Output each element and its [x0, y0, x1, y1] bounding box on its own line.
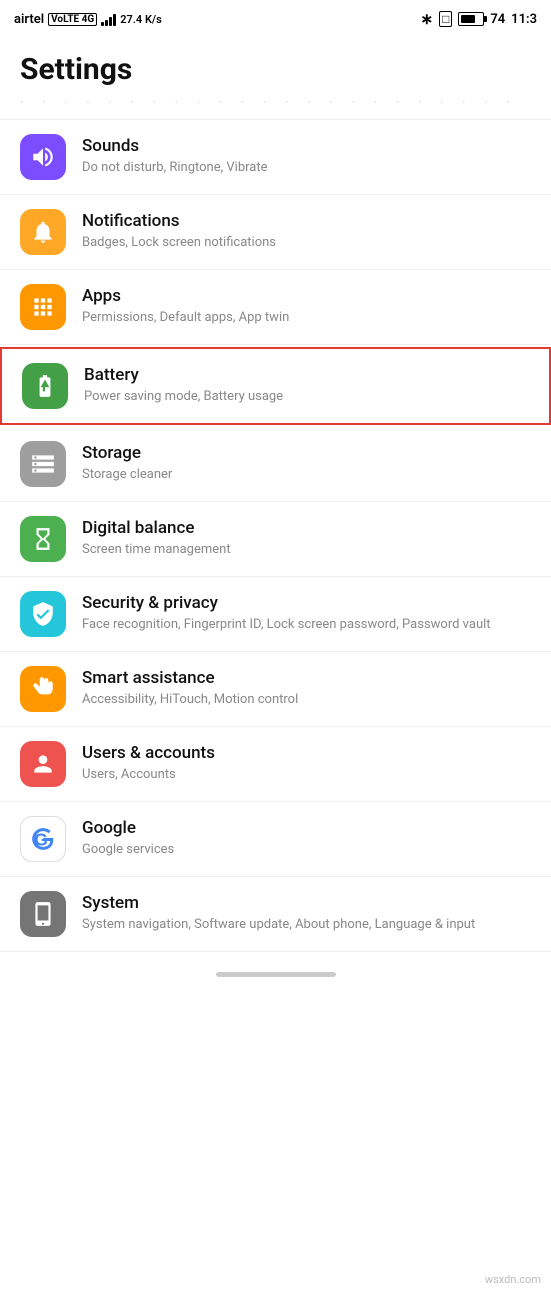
carrier-text: airtel — [14, 12, 44, 27]
settings-item-google[interactable]: G Google Google services — [0, 802, 551, 877]
bluetooth-icon: ∗ — [420, 10, 433, 28]
smart-assistance-icon-wrapper — [20, 666, 66, 712]
watermark: wsxdn.com — [485, 1273, 541, 1286]
nfc-icon: □ — [439, 11, 452, 27]
digital-balance-title: Digital balance — [82, 518, 531, 538]
system-subtitle: System navigation, Software update, Abou… — [82, 916, 531, 934]
settings-item-smart-assistance[interactable]: Smart assistance Accessibility, HiTouch,… — [0, 652, 551, 727]
battery-fill — [461, 15, 475, 23]
status-right: ∗ □ 74 11:3 — [420, 10, 537, 28]
sounds-text: Sounds Do not disturb, Ringtone, Vibrate — [82, 136, 531, 177]
top-fade-hint: · · · · · · · · · · · · · · · · · · · · … — [0, 95, 551, 120]
users-subtitle: Users, Accounts — [82, 766, 531, 784]
google-subtitle: Google services — [82, 841, 531, 859]
svg-text:G: G — [34, 830, 47, 850]
storage-subtitle: Storage cleaner — [82, 466, 531, 484]
sounds-icon — [30, 144, 56, 170]
notifications-title: Notifications — [82, 211, 531, 231]
security-subtitle: Face recognition, Fingerprint ID, Lock s… — [82, 616, 531, 634]
time-text: 11:3 — [511, 12, 537, 27]
battery-icon — [458, 12, 484, 26]
person-icon — [30, 751, 56, 777]
settings-item-security[interactable]: Security & privacy Face recognition, Fin… — [0, 577, 551, 652]
page-title: Settings — [0, 36, 551, 95]
google-icon: G — [30, 826, 56, 852]
battery-settings-icon — [32, 373, 58, 399]
google-icon-wrapper: G — [20, 816, 66, 862]
settings-item-apps[interactable]: Apps Permissions, Default apps, App twin — [0, 270, 551, 345]
system-text: System System navigation, Software updat… — [82, 893, 531, 934]
settings-item-battery[interactable]: Battery Power saving mode, Battery usage — [0, 347, 551, 425]
sounds-title: Sounds — [82, 136, 531, 156]
status-bar: airtel VoLTE 4G 27.4 K/s ∗ □ 74 11:3 — [0, 0, 551, 36]
settings-item-digital-balance[interactable]: Digital balance Screen time management — [0, 502, 551, 577]
battery-text: Battery Power saving mode, Battery usage — [84, 365, 529, 406]
apps-text: Apps Permissions, Default apps, App twin — [82, 286, 531, 327]
notifications-icon — [30, 219, 56, 245]
battery-tip — [484, 16, 487, 22]
hand-icon — [30, 676, 56, 702]
settings-item-system[interactable]: System System navigation, Software updat… — [0, 877, 551, 952]
sounds-icon-wrapper — [20, 134, 66, 180]
settings-item-users[interactable]: Users & accounts Users, Accounts — [0, 727, 551, 802]
battery-subtitle: Power saving mode, Battery usage — [84, 388, 529, 406]
security-title: Security & privacy — [82, 593, 531, 613]
shield-icon — [30, 601, 56, 627]
storage-icon — [30, 451, 56, 477]
network-type: VoLTE 4G — [48, 13, 97, 26]
security-text: Security & privacy Face recognition, Fin… — [82, 593, 531, 634]
settings-list: Sounds Do not disturb, Ringtone, Vibrate… — [0, 120, 551, 952]
home-bar — [216, 972, 336, 977]
users-title: Users & accounts — [82, 743, 531, 763]
google-title: Google — [82, 818, 531, 838]
smart-assistance-text: Smart assistance Accessibility, HiTouch,… — [82, 668, 531, 709]
google-text: Google Google services — [82, 818, 531, 859]
apps-icon-wrapper — [20, 284, 66, 330]
battery-title: Battery — [84, 365, 529, 385]
digital-balance-icon-wrapper — [20, 516, 66, 562]
storage-icon-wrapper — [20, 441, 66, 487]
notifications-text: Notifications Badges, Lock screen notifi… — [82, 211, 531, 252]
apps-title: Apps — [82, 286, 531, 306]
apps-icon — [30, 294, 56, 320]
system-icon — [30, 901, 56, 927]
notifications-subtitle: Badges, Lock screen notifications — [82, 234, 531, 252]
settings-item-notifications[interactable]: Notifications Badges, Lock screen notifi… — [0, 195, 551, 270]
storage-text: Storage Storage cleaner — [82, 443, 531, 484]
users-icon-wrapper — [20, 741, 66, 787]
settings-item-sounds[interactable]: Sounds Do not disturb, Ringtone, Vibrate — [0, 120, 551, 195]
settings-item-storage[interactable]: Storage Storage cleaner — [0, 427, 551, 502]
system-title: System — [82, 893, 531, 913]
home-indicator — [0, 952, 551, 989]
digital-balance-subtitle: Screen time management — [82, 541, 531, 559]
security-icon-wrapper — [20, 591, 66, 637]
sounds-subtitle: Do not disturb, Ringtone, Vibrate — [82, 159, 531, 177]
digital-balance-text: Digital balance Screen time management — [82, 518, 531, 559]
battery-percent: 74 — [490, 12, 505, 27]
speed-text: 27.4 K/s — [120, 13, 162, 26]
apps-subtitle: Permissions, Default apps, App twin — [82, 309, 531, 327]
status-left: airtel VoLTE 4G 27.4 K/s — [14, 12, 162, 27]
smart-assistance-subtitle: Accessibility, HiTouch, Motion control — [82, 691, 531, 709]
signal-icon — [101, 12, 116, 26]
system-icon-wrapper — [20, 891, 66, 937]
smart-assistance-title: Smart assistance — [82, 668, 531, 688]
users-text: Users & accounts Users, Accounts — [82, 743, 531, 784]
battery-settings-icon-wrapper — [22, 363, 68, 409]
notifications-icon-wrapper — [20, 209, 66, 255]
storage-title: Storage — [82, 443, 531, 463]
hourglass-icon — [30, 526, 56, 552]
